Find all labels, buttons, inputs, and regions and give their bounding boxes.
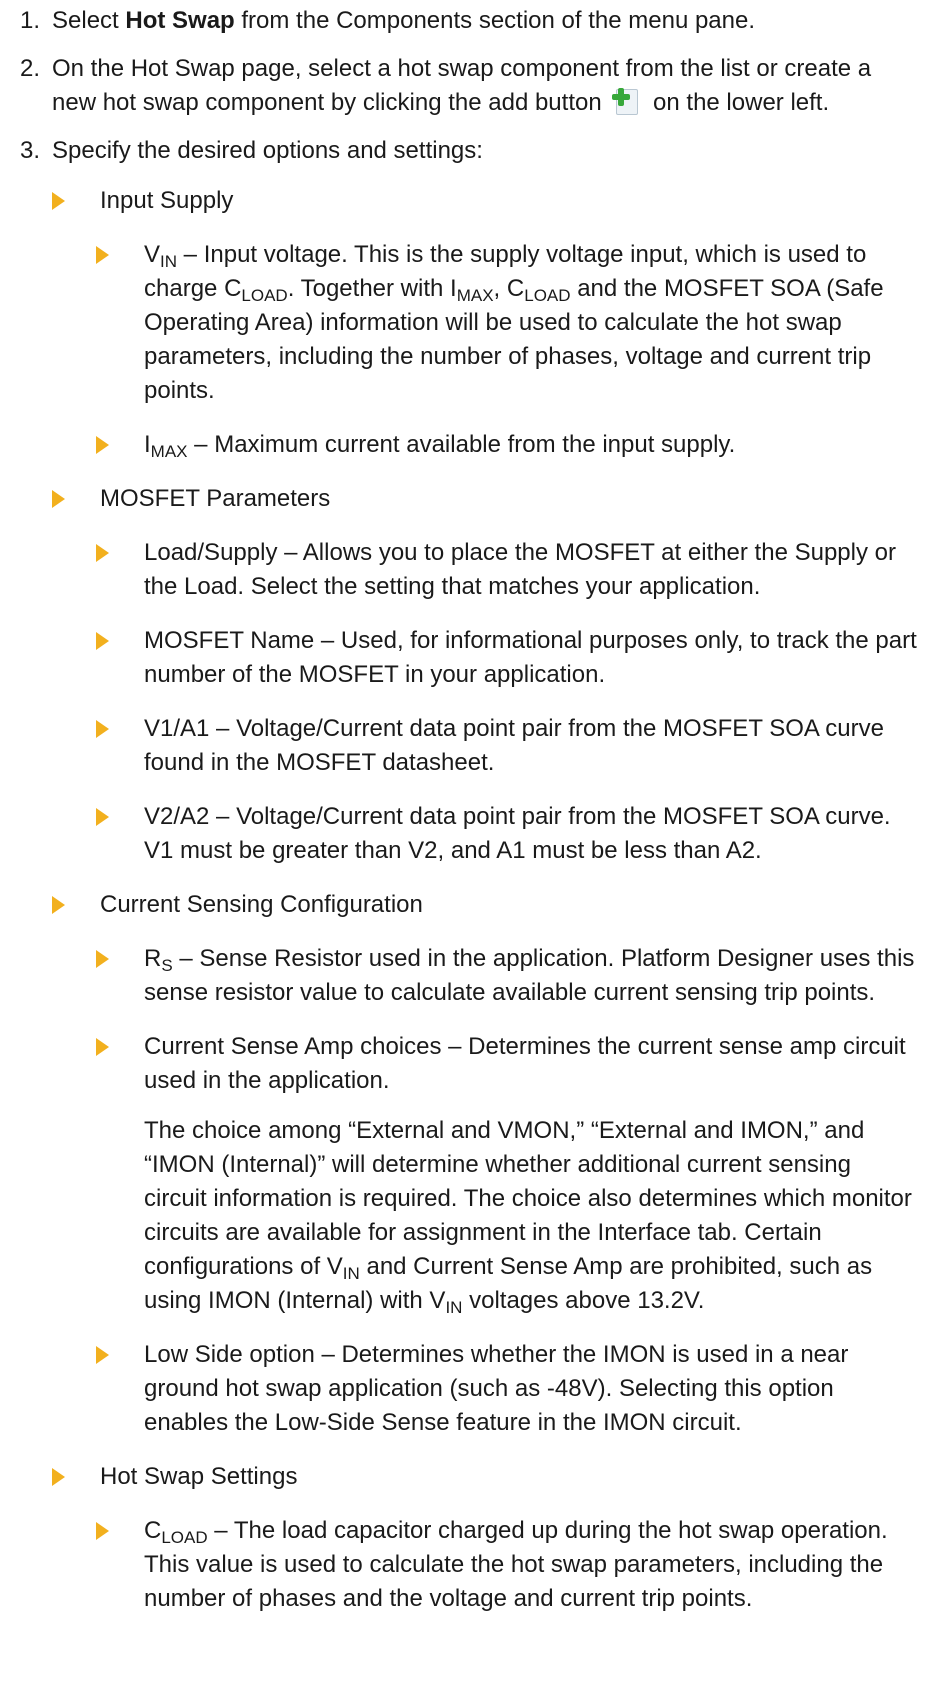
triangle-bullet-icon [52, 896, 65, 914]
triangle-bullet-icon [96, 1346, 109, 1364]
current-sense-note: The choice among “External and VMON,” “E… [144, 1117, 912, 1317]
section-mosfet-parameters: MOSFET Parameters [52, 482, 917, 516]
add-component-icon [612, 87, 642, 117]
item-v1-a1: V1/A1 – Voltage/Current data point pair … [96, 712, 917, 780]
triangle-bullet-icon [52, 192, 65, 210]
triangle-bullet-icon [96, 246, 109, 264]
step-text: On the Hot Swap page, select a hot swap … [52, 55, 872, 117]
section-title: Current Sensing Configuration [100, 891, 423, 918]
section-input-supply: Input Supply [52, 184, 917, 218]
step-text: Select Hot Swap from the Components sect… [52, 7, 756, 34]
item-current-sense-amp: Current Sense Amp choices – Determines t… [96, 1030, 917, 1098]
step-1: 1. Select Hot Swap from the Components s… [0, 4, 917, 38]
section-hot-swap-settings: Hot Swap Settings [52, 1460, 917, 1494]
step-number: 3. [19, 137, 40, 164]
triangle-bullet-icon [96, 950, 109, 968]
triangle-bullet-icon [96, 632, 109, 650]
step-text: Specify the desired options and settings… [52, 137, 483, 164]
triangle-bullet-icon [96, 1522, 109, 1540]
item-imax: IMAX – Maximum current available from th… [96, 428, 917, 462]
item-low-side: Low Side option – Determines whether the… [96, 1338, 917, 1440]
section-title: Input Supply [100, 187, 234, 214]
item-vin: VIN – Input voltage. This is the supply … [96, 238, 917, 408]
triangle-bullet-icon [52, 490, 65, 508]
triangle-bullet-icon [52, 1468, 65, 1486]
triangle-bullet-icon [96, 808, 109, 826]
bold-term: Hot Swap [125, 7, 235, 34]
step-3: 3. Specify the desired options and setti… [0, 134, 917, 168]
section-title: Hot Swap Settings [100, 1463, 298, 1490]
item-mosfet-name: MOSFET Name – Used, for informational pu… [96, 624, 917, 692]
triangle-bullet-icon [96, 544, 109, 562]
item-load-supply: Load/Supply – Allows you to place the MO… [96, 536, 917, 604]
document-page: 1. Select Hot Swap from the Components s… [0, 0, 929, 1682]
triangle-bullet-icon [96, 436, 109, 454]
item-v2-a2: V2/A2 – Voltage/Current data point pair … [96, 800, 917, 868]
triangle-bullet-icon [96, 1038, 109, 1056]
step-number: 2. [19, 55, 40, 82]
item-rs: RS – Sense Resistor used in the applicat… [96, 942, 917, 1010]
section-current-sensing: Current Sensing Configuration [52, 888, 917, 922]
step-2: 2. On the Hot Swap page, select a hot sw… [0, 52, 917, 120]
section-title: MOSFET Parameters [100, 485, 331, 512]
item-cload: CLOAD – The load capacitor charged up du… [96, 1514, 917, 1616]
step-number: 1. [19, 7, 40, 34]
triangle-bullet-icon [96, 720, 109, 738]
